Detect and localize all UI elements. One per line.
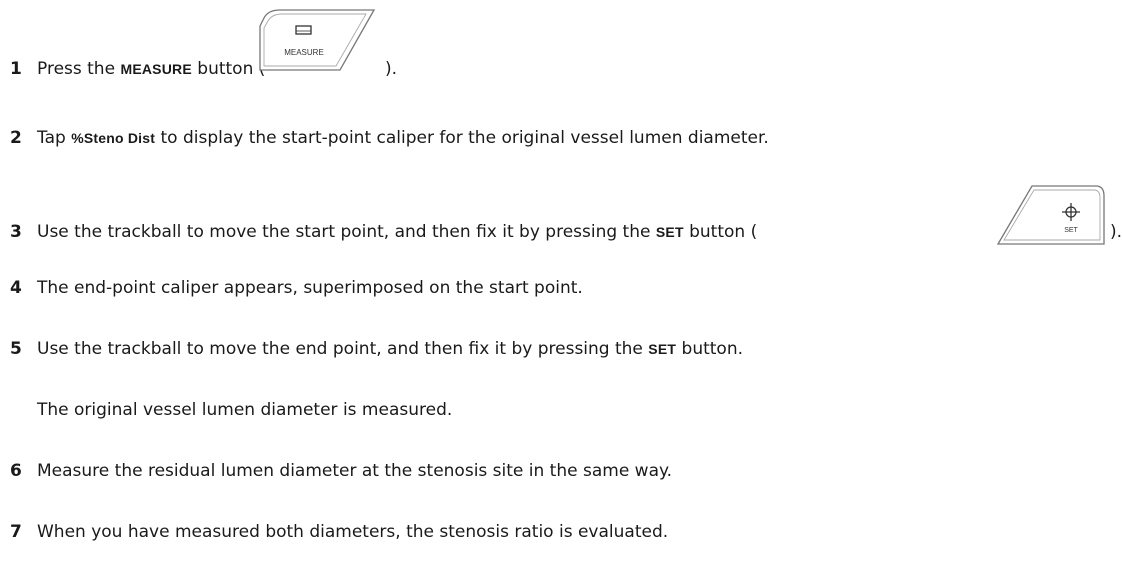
step-4: 4 The end-point caliper appears, superimp… <box>10 277 583 299</box>
step-text: to display the start-point caliper for t… <box>155 128 769 148</box>
step-text: Use the trackball to move the start poin… <box>37 222 656 242</box>
step-number: 4 <box>10 278 22 298</box>
step-1-closing: ). <box>385 58 397 80</box>
step-text: The end-point caliper appears, superimpo… <box>37 278 583 298</box>
measure-key-icon: MEASURE <box>259 9 376 71</box>
set-key-label: SET <box>1064 227 1078 234</box>
step-1: 1 Press the MEASURE button ( <box>10 58 265 80</box>
step-number: 1 <box>10 59 22 79</box>
step-number: 6 <box>10 461 22 481</box>
step-text: ). <box>385 59 398 79</box>
step-text: Press the <box>37 59 121 79</box>
crosshair-set-key-icon: SET <box>996 185 1105 245</box>
step-3-closing: ). <box>1110 221 1122 243</box>
set-keyword: SET <box>655 224 684 240</box>
step-text: Measure the residual lumen diameter at t… <box>37 461 673 481</box>
result-note: The original vessel lumen diameter is me… <box>37 400 453 420</box>
step-text: When you have measured both diameters, t… <box>37 522 669 542</box>
step-number: 3 <box>10 222 22 242</box>
step-text: button ( <box>191 59 266 79</box>
measure-keyword: MEASURE <box>120 61 192 77</box>
steno-dist-keyword: %Steno Dist <box>71 130 156 146</box>
step-text: Tap <box>37 128 72 148</box>
step-6: 6 Measure the residual lumen diameter at … <box>10 460 672 482</box>
step-text: ). <box>1110 222 1122 242</box>
step-text: button. <box>676 339 744 359</box>
step-text: Use the trackball to move the end point,… <box>37 339 649 359</box>
measure-key-label: MEASURE <box>284 48 324 57</box>
step-text: button ( <box>683 222 758 242</box>
step-5: 5 Use the trackball to move the end point… <box>10 338 743 360</box>
step-7: 7 When you have measured both diameters, … <box>10 521 668 543</box>
step-number: 2 <box>10 128 22 148</box>
set-keyword: SET <box>648 341 677 357</box>
step-number: 5 <box>10 339 22 359</box>
step-2: 2 Tap %Steno Dist to display the start-po… <box>10 127 769 149</box>
step-number: 7 <box>10 522 22 542</box>
step-3: 3 Use the trackball to move the start poi… <box>10 221 757 243</box>
